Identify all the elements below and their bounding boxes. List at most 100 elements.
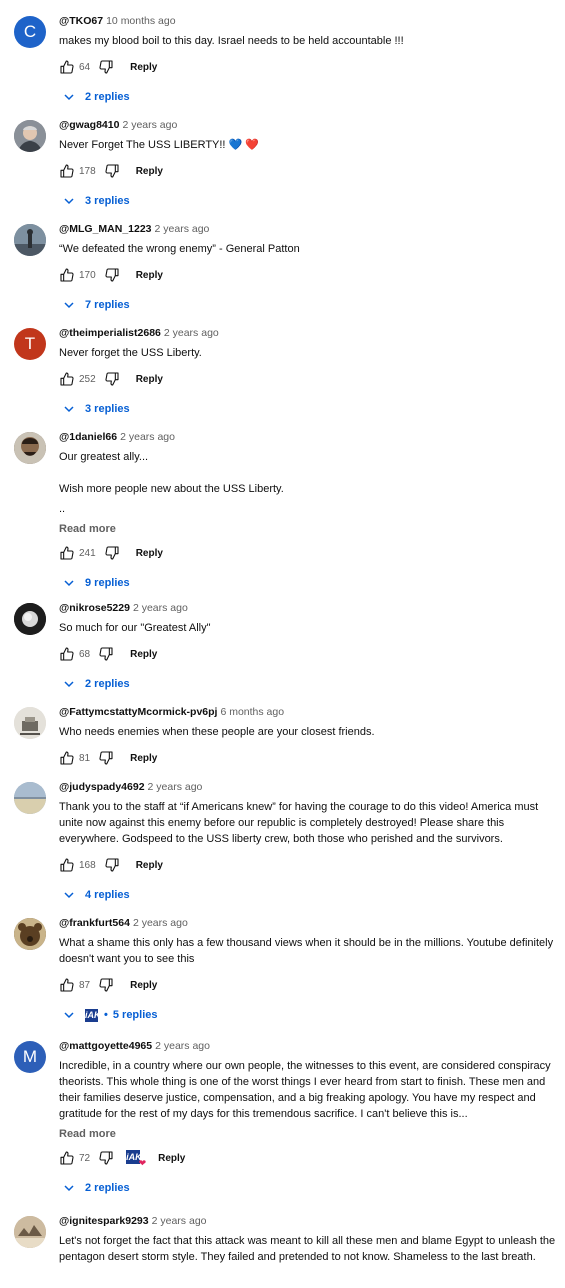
comment-time[interactable]: 6 months ago [220, 706, 284, 718]
chevron-down-icon [64, 580, 74, 587]
view-replies-button[interactable]: iAK • 5 replies [63, 1005, 557, 1025]
view-replies-button[interactable]: 7 replies [63, 295, 557, 315]
comment-author[interactable]: @MLG_MAN_1223 [59, 223, 152, 235]
dislike-icon[interactable] [98, 59, 114, 75]
view-replies-button[interactable]: 2 replies [63, 674, 557, 694]
comment-header: @theimperialist2686 2 years ago [59, 326, 557, 340]
dislike-icon[interactable] [104, 163, 120, 179]
heart-icon: ❤ [138, 1158, 147, 1168]
like-icon[interactable] [59, 545, 75, 561]
view-replies-button[interactable]: 2 replies [63, 87, 557, 107]
dislike-icon[interactable] [98, 977, 114, 993]
avatar[interactable] [14, 782, 46, 814]
chevron-down-icon [64, 1012, 74, 1019]
avatar[interactable]: T [14, 328, 46, 360]
reply-button[interactable]: Reply [130, 753, 157, 764]
avatar[interactable] [14, 224, 46, 256]
reply-button[interactable]: Reply [130, 62, 157, 73]
like-icon[interactable] [59, 857, 75, 873]
avatar-image [14, 120, 46, 152]
avatar[interactable] [14, 120, 46, 152]
comment-time[interactable]: 2 years ago [133, 917, 188, 929]
view-replies-button[interactable]: 2 replies [63, 1178, 557, 1198]
comment-text: Never forget the USS Liberty. [59, 347, 202, 359]
comment-author[interactable]: @FattymcstattyMcormick-pv6pj [59, 706, 217, 718]
reply-button[interactable]: Reply [158, 1153, 185, 1164]
view-replies-button[interactable]: 3 replies [63, 399, 557, 419]
like-icon[interactable] [59, 59, 75, 75]
dislike-icon[interactable] [104, 857, 120, 873]
creator-heart-badge: iAK ❤ [126, 1150, 146, 1168]
chevron-down-icon [64, 302, 74, 309]
avatar-image [14, 432, 46, 464]
dislike-icon[interactable] [98, 1150, 114, 1166]
comment-time[interactable]: 2 years ago [133, 602, 188, 614]
reply-button[interactable]: Reply [130, 649, 157, 660]
comment-author[interactable]: @TKO67 [59, 15, 103, 27]
comment-time[interactable]: 2 years ago [155, 1040, 210, 1052]
avatar[interactable]: M [14, 1041, 46, 1073]
comment-actions: 87 Reply [59, 973, 557, 997]
comment-author[interactable]: @1daniel66 [59, 431, 117, 443]
comment-time[interactable]: 2 years ago [148, 781, 203, 793]
reply-button[interactable]: Reply [136, 548, 163, 559]
reply-button[interactable]: Reply [136, 860, 163, 871]
dislike-icon[interactable] [104, 545, 120, 561]
avatar[interactable]: C [14, 16, 46, 48]
like-count: 81 [79, 752, 91, 764]
avatar[interactable] [14, 432, 46, 464]
like-count: 170 [79, 269, 96, 281]
comment-time[interactable]: 2 years ago [152, 1215, 207, 1227]
dislike-icon[interactable] [104, 267, 120, 283]
read-more-button[interactable]: Read more [59, 1128, 557, 1140]
comment-header: @TKO67 10 months ago [59, 14, 557, 28]
comment-time[interactable]: 2 years ago [120, 431, 175, 443]
avatar[interactable] [14, 707, 46, 739]
avatar[interactable] [14, 918, 46, 950]
comment-actions: 178 Reply [59, 159, 557, 183]
like-count: 168 [79, 859, 96, 871]
comment-author[interactable]: @frankfurt564 [59, 917, 130, 929]
avatar[interactable] [14, 1216, 46, 1248]
comment-text: So much for our "Greatest Ally" [59, 622, 211, 634]
comment-header: @frankfurt564 2 years ago [59, 916, 557, 930]
comment-time[interactable]: 2 years ago [164, 327, 219, 339]
view-replies-button[interactable]: 4 replies [63, 885, 557, 905]
reply-button[interactable]: Reply [130, 980, 157, 991]
separator-dot: • [104, 1009, 108, 1021]
comment-author[interactable]: @nikrose5229 [59, 602, 130, 614]
like-icon[interactable] [59, 1150, 75, 1166]
avatar-image [14, 1216, 46, 1248]
like-count: 87 [79, 979, 91, 991]
like-icon[interactable] [59, 646, 75, 662]
comment-header: @judyspady4692 2 years ago [59, 780, 557, 794]
like-icon[interactable] [59, 163, 75, 179]
dislike-icon[interactable] [98, 750, 114, 766]
dislike-icon[interactable] [98, 646, 114, 662]
like-icon[interactable] [59, 267, 75, 283]
like-icon[interactable] [59, 750, 75, 766]
comment-header: @gwag8410 2 years ago [59, 118, 557, 132]
view-replies-button[interactable]: 3 replies [63, 191, 557, 211]
reply-button[interactable]: Reply [136, 270, 163, 281]
comment-actions: 68 Reply [59, 642, 557, 666]
like-icon[interactable] [59, 977, 75, 993]
comment-author[interactable]: @gwag8410 [59, 119, 119, 131]
comment-time[interactable]: 2 years ago [155, 223, 210, 235]
comment-text: Incredible, in a country where our own p… [59, 1060, 551, 1120]
comment-author[interactable]: @ignitespark9293 [59, 1215, 149, 1227]
comment-time[interactable]: 10 months ago [106, 15, 175, 27]
comment-time[interactable]: 2 years ago [122, 119, 177, 131]
read-more-button[interactable]: Read more [59, 523, 557, 535]
reply-button[interactable]: Reply [136, 166, 163, 177]
like-icon[interactable] [59, 371, 75, 387]
view-replies-button[interactable]: 9 replies [63, 573, 557, 593]
chevron-down-icon [64, 892, 74, 899]
reply-button[interactable]: Reply [136, 374, 163, 385]
comment-author[interactable]: @judyspady4692 [59, 781, 145, 793]
dislike-icon[interactable] [104, 371, 120, 387]
comment-author[interactable]: @mattgoyette4965 [59, 1040, 152, 1052]
avatar[interactable] [14, 603, 46, 635]
comment-text: What a shame this only has a few thousan… [59, 937, 554, 965]
comment-author[interactable]: @theimperialist2686 [59, 327, 161, 339]
